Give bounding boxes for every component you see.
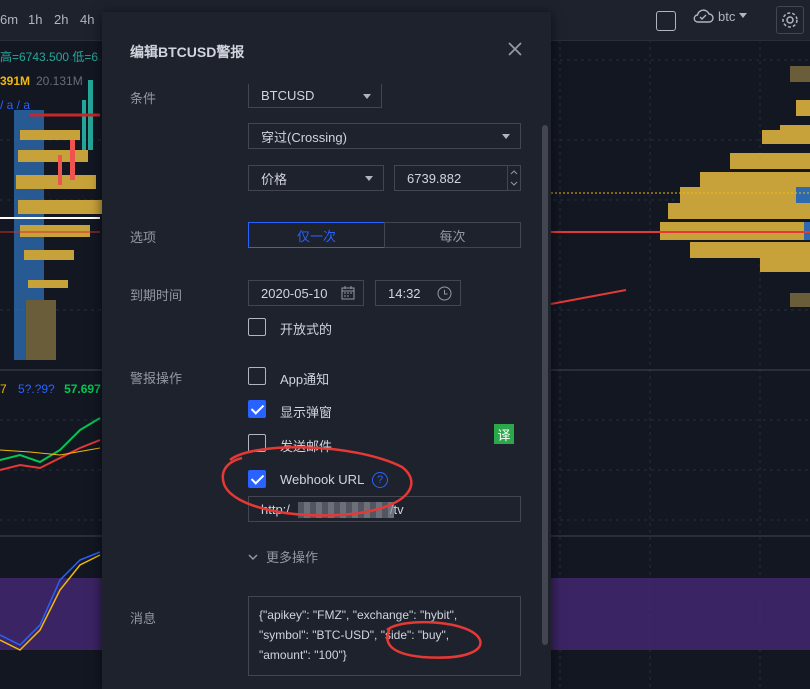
symbol-label: btc (718, 8, 736, 24)
indicator-readout: 7 5?.?9? 57.697 (0, 382, 101, 396)
volume-secondary: 20.131M (36, 74, 83, 88)
ohlc-readout: 高=6743.500 低=6 (0, 50, 99, 64)
indicator-prefix: 7 (0, 382, 7, 396)
timeframe-6m[interactable]: 6m (0, 12, 18, 27)
indicator-blurred: 5?.?9? (18, 382, 55, 396)
indicator-nan: / a / a (0, 98, 31, 112)
annotation-overlay (221, 446, 482, 659)
timeframe-4h[interactable]: 4h (80, 12, 94, 27)
timeframe-2h[interactable]: 2h (54, 12, 68, 27)
settings-button[interactable] (776, 6, 804, 34)
cloud-check-icon (693, 9, 714, 23)
volume-primary: 391M (0, 74, 31, 88)
cloud-symbol-button[interactable]: btc (692, 8, 748, 24)
indicator-value: 57.697 (64, 382, 101, 396)
gear-icon (782, 12, 798, 28)
timeframe-1h[interactable]: 1h (28, 12, 42, 27)
chevron-down-icon (739, 13, 748, 18)
fullscreen-button[interactable] (656, 11, 676, 31)
alert-dialog: 编辑BTCUSD警报 条件 BTCUSD 穿过(Crossing) 价格 673… (102, 12, 551, 689)
